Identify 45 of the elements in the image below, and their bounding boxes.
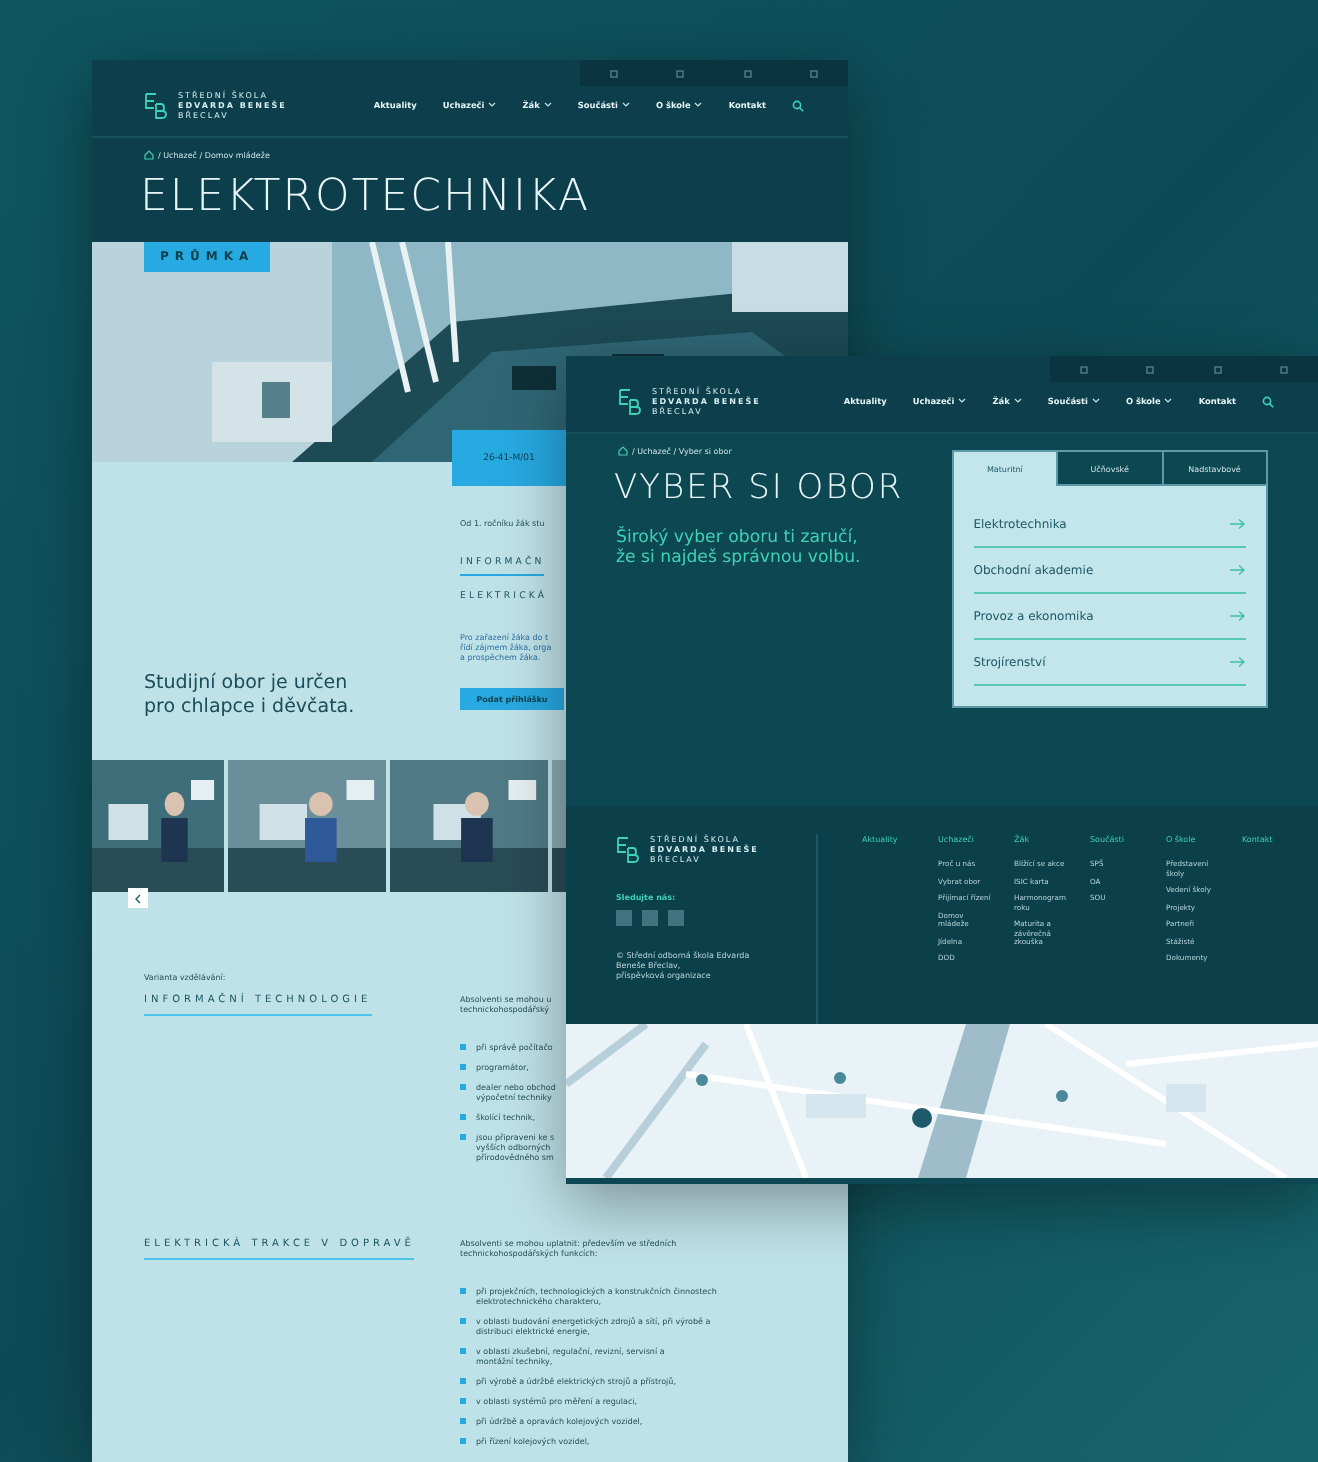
bullet-icon <box>460 1348 466 1354</box>
chevron-icon <box>622 102 630 108</box>
bullet-icon <box>460 1438 466 1444</box>
utility-icon[interactable] <box>1280 365 1289 373</box>
home-icon[interactable] <box>144 150 154 160</box>
previous-button[interactable] <box>128 888 148 908</box>
chevron-icon <box>1013 398 1022 404</box>
bullet-icon <box>460 1418 466 1424</box>
home-icon[interactable] <box>618 446 628 456</box>
chevron-icon <box>1164 398 1173 404</box>
chevron-left-icon <box>134 893 142 903</box>
chevron-icon <box>694 102 703 108</box>
bullet-icon <box>460 1288 466 1294</box>
utility-icon[interactable] <box>1079 365 1088 373</box>
logo-icon <box>618 387 642 415</box>
page-title: ELEKTROTECHNIKA <box>138 170 593 226</box>
chevron-icon <box>488 102 497 108</box>
chevron-icon <box>543 102 552 108</box>
utility-icon[interactable] <box>810 69 819 77</box>
bullet-icon <box>460 1084 466 1090</box>
chevron-icon <box>958 398 967 404</box>
arrow-right-icon <box>1230 656 1246 668</box>
utility-icon[interactable] <box>743 69 752 77</box>
bullet-icon <box>460 1398 466 1404</box>
utility-icon[interactable] <box>1213 365 1222 373</box>
arrow-right-icon <box>1230 518 1246 530</box>
arrow-right-icon <box>1230 610 1246 622</box>
search-icon[interactable] <box>792 99 804 111</box>
arrow-right-icon <box>1230 564 1246 576</box>
utility-icon[interactable] <box>1146 365 1155 373</box>
utility-icon[interactable] <box>609 69 618 77</box>
bullet-icon <box>460 1318 466 1324</box>
utility-icon[interactable] <box>676 69 685 77</box>
logo-icon <box>616 835 640 863</box>
chevron-icon <box>1092 398 1100 404</box>
bullet-icon <box>460 1064 466 1070</box>
search-icon[interactable] <box>1262 395 1274 407</box>
logo-icon <box>144 91 168 119</box>
tagline: Široký vyber oboru ti zaručí, že si najdeš správnou volbu. <box>616 528 863 568</box>
bullet-icon <box>460 1134 466 1140</box>
bullet-icon <box>460 1044 466 1050</box>
bullet-icon <box>460 1114 466 1120</box>
audience-text: Studijní obor je určen pro chlapce i děvčata. <box>144 672 357 720</box>
page-title: VYBER SI OBOR <box>612 466 906 512</box>
bullet-icon <box>460 1378 466 1384</box>
